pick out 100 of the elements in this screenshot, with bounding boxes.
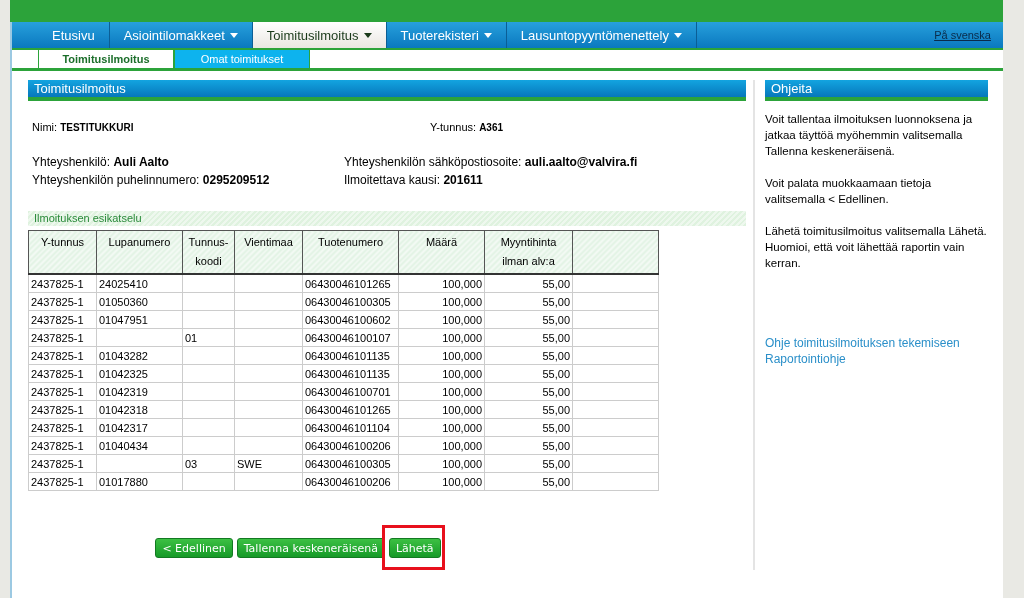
table-cell: 01042319 [96,382,183,401]
help-text: Lähetä toimitusilmoitus valitsemalla Lähetä. Huomioi, että voit lähettää raportin vain kerran. [765,224,988,271]
nav-tab[interactable]: Toimitusilmoitus [252,22,387,48]
info-field: Nimi: TESTITUKKURI [32,121,430,133]
action-button[interactable]: < Edellinen [155,538,233,558]
table-cell: 01017880 [96,472,183,491]
table-cell: 2437825-1 [28,436,97,455]
table-cell: 55,00 [484,274,573,293]
info-field: Yhteyshenkilön puhelinnumero: 0295209512 [32,173,344,187]
table-cell: 100,000 [398,274,485,293]
table-cell: 100,000 [398,400,485,419]
table-cell: 100,000 [398,382,485,401]
table-cell: 55,00 [484,310,573,329]
table-cell: 55,00 [484,454,573,473]
table-cell [234,346,303,365]
table-cell: 03 [182,454,235,473]
table-cell [182,346,235,365]
info-field: Ilmoitettava kausi: 201611 [344,173,746,187]
help-text: Voit palata muokkaamaan tietoja valitsemalla < Edellinen. [765,176,933,207]
table-cell: 06430046101265 [302,400,399,419]
help-text: Voit tallentaa ilmoituksen luonnoksena ja jatkaa täyttöä myöhemmin valitsemalla Tallenna keskeneräisenä. [765,112,974,159]
table-cell: 55,00 [484,418,573,437]
column-header: Myyntihinta ilman alv:a [484,230,573,274]
column-header: Tunnus-koodi [182,230,235,274]
table-cell: 01043282 [96,346,183,365]
sub-tab[interactable]: Toimitusilmoitus [38,50,174,68]
nav-tab[interactable]: Lausuntopyyntömenettely [506,22,697,48]
table-cell [234,364,303,383]
table-cell: 100,000 [398,292,485,311]
table-cell: 55,00 [484,328,573,347]
nav-tab[interactable]: Asiointilomakkeet [109,22,253,48]
table-cell: 2437825-1 [28,274,97,293]
table-cell: 06430046100305 [302,292,399,311]
table-cell: 06430046100701 [302,382,399,401]
table-cell: 01047951 [96,310,183,329]
column-header: Tuotenumero [302,230,399,274]
table-cell: 2437825-1 [28,382,97,401]
table-cell: 06430046101135 [302,364,399,383]
table-cell: 06430046100107 [302,328,399,347]
table-cell: 55,00 [484,400,573,419]
table-cell: 100,000 [398,418,485,437]
table-cell [234,400,303,419]
table-cell: 55,00 [484,436,573,455]
table-cell: 24025410 [96,274,183,293]
column-header: Vientimaa [234,230,303,274]
table-cell [234,436,303,455]
nav-tab[interactable]: Tuoterekisteri [386,22,507,48]
table-cell [182,310,235,329]
table-cell: SWE [234,454,303,473]
table-cell: 55,00 [484,292,573,311]
help-link[interactable]: Ohje toimitusilmoituksen tekemiseen [765,335,988,351]
table-cell [182,418,235,437]
table-cell: 06430046101104 [302,418,399,437]
table-cell: 100,000 [398,436,485,455]
column-header: Lupanumero [96,230,183,274]
nav-tab[interactable]: Etusivu [38,22,110,48]
table-cell [234,382,303,401]
table-cell: 06430046100206 [302,472,399,491]
table-cell [182,274,235,293]
section-title: Ilmoituksen esikatselu [28,211,746,226]
panel-title: Ohjeita [765,80,988,101]
table-cell [234,418,303,437]
table-cell: 06430046101135 [302,346,399,365]
action-button[interactable]: Tallenna keskeneräisenä [236,538,385,558]
table-cell [182,364,235,383]
table-cell: 100,000 [398,472,485,491]
table-cell [182,472,235,491]
table-cell: 55,00 [484,382,573,401]
table-cell: 2437825-1 [28,400,97,419]
table-cell: 100,000 [398,346,485,365]
table-cell: 2437825-1 [28,310,97,329]
table-cell [182,292,235,311]
table-cell [234,328,303,347]
table-cell: 100,000 [398,310,485,329]
help-link[interactable]: Raportointiohje [765,351,988,367]
table-cell: 01 [182,328,235,347]
table-cell: 2437825-1 [28,364,97,383]
table-cell [234,310,303,329]
table-cell: 100,000 [398,328,485,347]
sub-tab[interactable]: Omat toimitukset [174,50,310,68]
table-cell: 2437825-1 [28,292,97,311]
table-cell: 2437825-1 [28,346,97,365]
language-link[interactable]: På svenska [934,29,991,41]
table-cell: 2437825-1 [28,454,97,473]
table-cell: 2437825-1 [28,418,97,437]
table-cell: 2437825-1 [28,328,97,347]
info-field: Y-tunnus: A361 [430,121,746,133]
table-cell [182,436,235,455]
table-cell [234,472,303,491]
panel-title: Toimitusilmoitus [28,80,746,101]
action-button[interactable]: Lähetä [388,538,441,558]
table-cell: 01042317 [96,418,183,437]
table-cell: 01042318 [96,400,183,419]
info-field: Yhteyshenkilö: Auli Aalto [32,155,344,169]
table-cell [182,400,235,419]
table-cell [182,382,235,401]
table-cell: 06430046100602 [302,310,399,329]
table-cell: 01040434 [96,436,183,455]
table-cell: 01050360 [96,292,183,311]
table-cell: 06430046100305 [302,454,399,473]
